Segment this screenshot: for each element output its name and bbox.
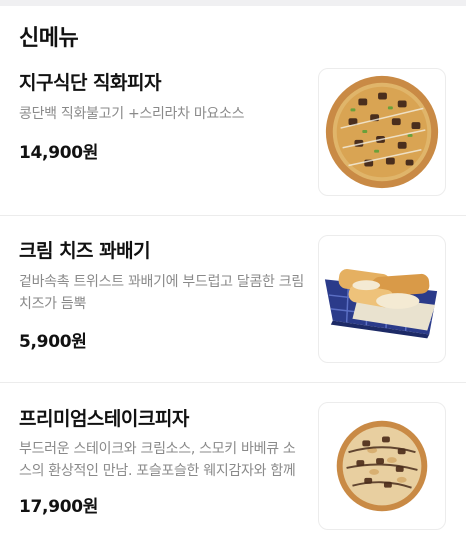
menu-item-description: 부드러운 스테이크와 크림소스, 스모키 바베큐 소스의 환상적인 만남. 포슬… xyxy=(19,441,296,479)
menu-item-name: 프리미엄스테이크피자 xyxy=(19,408,189,430)
menu-item-name: 크림 치즈 꽈배기 xyxy=(19,240,151,262)
bread-basket-image xyxy=(318,235,446,363)
menu-item-price: 17,900원 xyxy=(19,497,99,517)
menu-item-price: 14,900원 xyxy=(19,143,99,163)
menu-item-price: 5,900원 xyxy=(19,332,87,352)
menu-item-description: 콩단백 직화불고기 +스리라차 마요소스 xyxy=(19,106,245,122)
divider xyxy=(0,215,466,216)
menu-item-description: 겉바속촉 트위스트 꽈배기에 부드럽고 달콤한 크림치즈가 듬뿍 xyxy=(19,274,304,312)
menu-item-name: 지구식단 직화피자 xyxy=(19,72,161,94)
pizza-image xyxy=(318,68,446,196)
section-title: 신메뉴 xyxy=(19,26,79,51)
top-bar xyxy=(0,0,466,6)
pizza-image xyxy=(318,402,446,530)
divider xyxy=(0,382,466,383)
